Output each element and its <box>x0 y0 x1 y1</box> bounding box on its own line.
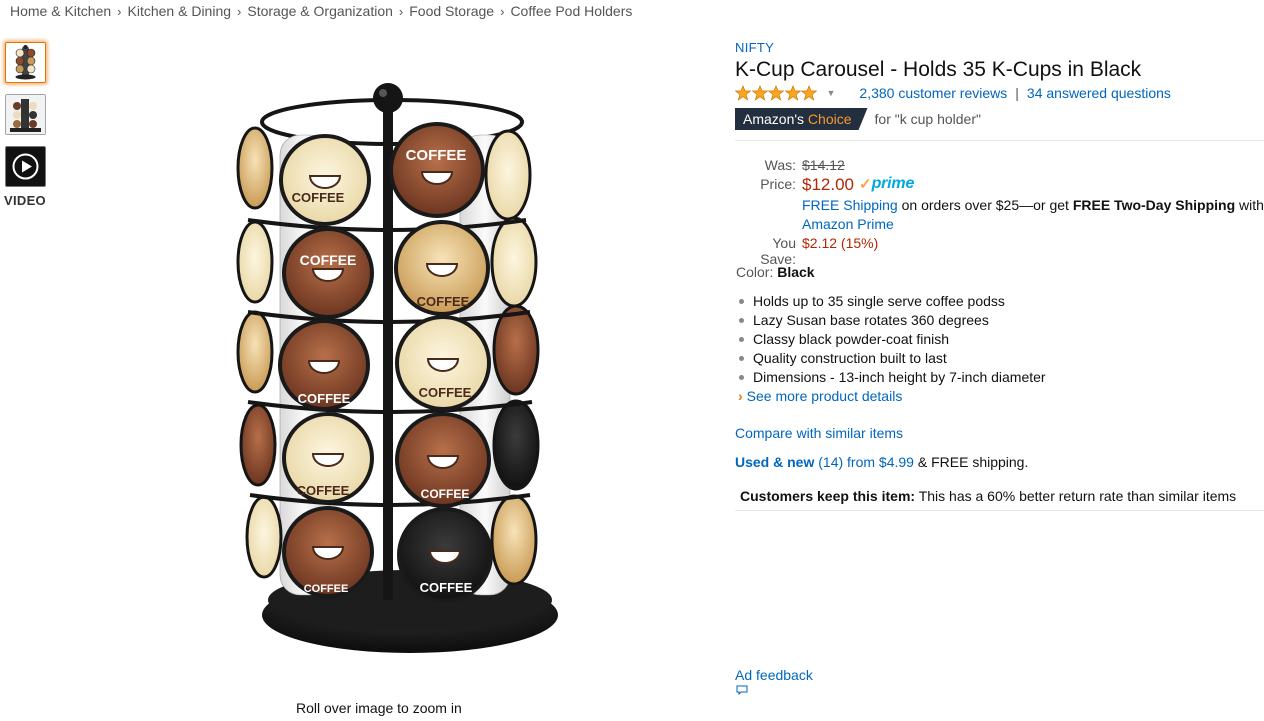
star-rating[interactable] <box>735 85 818 101</box>
keep-text: This has a 60% better return rate than s… <box>915 488 1237 504</box>
breadcrumb-separator: › <box>117 4 122 19</box>
star-icon <box>801 85 817 101</box>
feature-bullet: Classy black powder-coat finish <box>737 331 1046 350</box>
pod-label: COFFEE <box>421 487 470 501</box>
star-icon <box>751 85 768 101</box>
compare-similar-link[interactable]: Compare with similar items <box>735 425 903 441</box>
pod-label: COFFEE <box>300 252 357 268</box>
breadcrumb-coffee-pod-holders[interactable]: Coffee Pod Holders <box>510 3 632 19</box>
main-product-image[interactable]: COFFEE COFFEE COFFEE COFFEE COFFEE COFFE… <box>130 40 635 680</box>
feature-bullet: Lazy Susan base rotates 360 degrees <box>737 312 1046 331</box>
pod-label: COFFEE <box>419 385 472 400</box>
prime-logo[interactable]: ✓ prime <box>859 175 914 193</box>
pod-label: COFFEE <box>304 583 349 595</box>
choice-keyword: for "k cup holder" <box>874 111 981 127</box>
breadcrumb-food-storage[interactable]: Food Storage <box>409 3 494 19</box>
feature-bullet: Dimensions - 13-inch height by 7-inch di… <box>737 369 1046 388</box>
divider <box>735 140 1264 141</box>
breadcrumb: Home & Kitchen › Kitchen & Dining › Storage … <box>10 3 632 19</box>
amazons-choice-badge[interactable]: Amazon's Choice <box>735 108 868 130</box>
feature-bullet: Quality construction built to last <box>737 350 1046 369</box>
pod-label: COFFEE <box>406 147 467 164</box>
brand-link[interactable]: NIFTY <box>735 40 774 55</box>
pod-label: COFFEE <box>420 580 473 595</box>
color-selection: Color: Black <box>736 264 815 280</box>
video-label: VIDEO <box>4 193 46 208</box>
chevron-down-icon[interactable]: ▼ <box>827 88 836 98</box>
you-save-label: You Save: <box>760 235 796 267</box>
feature-bullet: Holds up to 35 single serve coffee podss <box>737 293 1046 312</box>
with-text: with <box>1235 197 1264 213</box>
breadcrumb-kitchen-dining[interactable]: Kitchen & Dining <box>128 3 232 19</box>
was-price-value: $14.12 <box>802 157 845 173</box>
star-icon <box>735 85 751 101</box>
feature-bullets: Holds up to 35 single serve coffee podss… <box>737 293 1046 388</box>
product-thumbnail-image <box>6 95 45 134</box>
breadcrumb-storage-organization[interactable]: Storage & Organization <box>247 3 393 19</box>
pod-label: COFFEE <box>298 391 351 406</box>
shipping-info: FREE Shipping on orders over $25—or get … <box>802 197 1264 213</box>
price-label: Price: <box>760 176 796 192</box>
rating-row: ▼ 2,380 customer reviews | 34 answered q… <box>735 85 1171 101</box>
customers-keep-notice: Customers keep this item: This has a 60%… <box>740 488 1236 504</box>
was-price-label: Was: <box>764 157 796 173</box>
thumbnail-product-front[interactable] <box>5 42 46 83</box>
zoom-hint: Roll over image to zoom in <box>296 700 462 716</box>
color-label: Color: <box>736 264 778 280</box>
pod-label: COFFEE <box>292 190 345 205</box>
speech-bubble-icon[interactable] <box>736 685 748 695</box>
used-new-link[interactable]: Used & new <box>735 454 814 470</box>
thumbnail-product-angle[interactable] <box>5 94 46 135</box>
see-more-details-link[interactable]: › See more product details <box>738 388 902 404</box>
you-save-value: $2.12 (15%) <box>802 235 879 251</box>
separator: | <box>1015 85 1019 101</box>
pod-label: COFFEE <box>417 294 470 309</box>
ad-feedback-link[interactable]: Ad feedback <box>735 667 813 683</box>
amazons-choice-row: Amazon's Choice for "k cup holder" <box>735 108 981 130</box>
star-icon <box>784 85 801 101</box>
star-icon <box>768 85 784 101</box>
prime-wordmark: prime <box>871 175 915 192</box>
color-value: Black <box>777 264 815 280</box>
product-title: K-Cup Carousel - Holds 35 K-Cups in Blac… <box>735 58 1142 81</box>
used-new-offers: Used & new (14) from $4.99 & FREE shippi… <box>735 454 1028 470</box>
two-day-shipping-text: FREE Two-Day Shipping <box>1072 197 1236 213</box>
shipping-text: on orders over $25—or get <box>897 197 1073 213</box>
offers-shipping-text: & FREE shipping. <box>913 454 1029 470</box>
offers-count-link[interactable]: (14) from $4.99 <box>814 454 914 470</box>
product-thumbnail-image <box>15 45 36 80</box>
breadcrumb-separator: › <box>398 4 404 19</box>
divider <box>735 510 1264 511</box>
price-value: $12.00 <box>802 175 854 194</box>
amazon-prime-link[interactable]: Amazon Prime <box>802 216 894 232</box>
breadcrumb-separator: › <box>500 4 505 19</box>
breadcrumb-home-kitchen[interactable]: Home & Kitchen <box>10 3 111 19</box>
customer-reviews-link[interactable]: 2,380 customer reviews <box>859 85 1007 101</box>
pod-label: COFFEE <box>297 483 350 498</box>
badge-prefix: Amazon's <box>743 111 805 127</box>
checkmark-icon: ✓ <box>859 176 872 193</box>
breadcrumb-separator: › <box>237 4 242 19</box>
free-shipping-link[interactable]: FREE Shipping <box>802 197 898 213</box>
badge-choice-word: Choice <box>807 111 852 127</box>
answered-questions-link[interactable]: 34 answered questions <box>1027 85 1171 101</box>
keep-heading: Customers keep this item: <box>740 488 916 504</box>
see-more-label: See more product details <box>746 388 903 404</box>
thumbnail-video[interactable] <box>5 146 46 187</box>
chevron-right-icon: › <box>738 388 743 404</box>
play-icon <box>12 153 39 180</box>
